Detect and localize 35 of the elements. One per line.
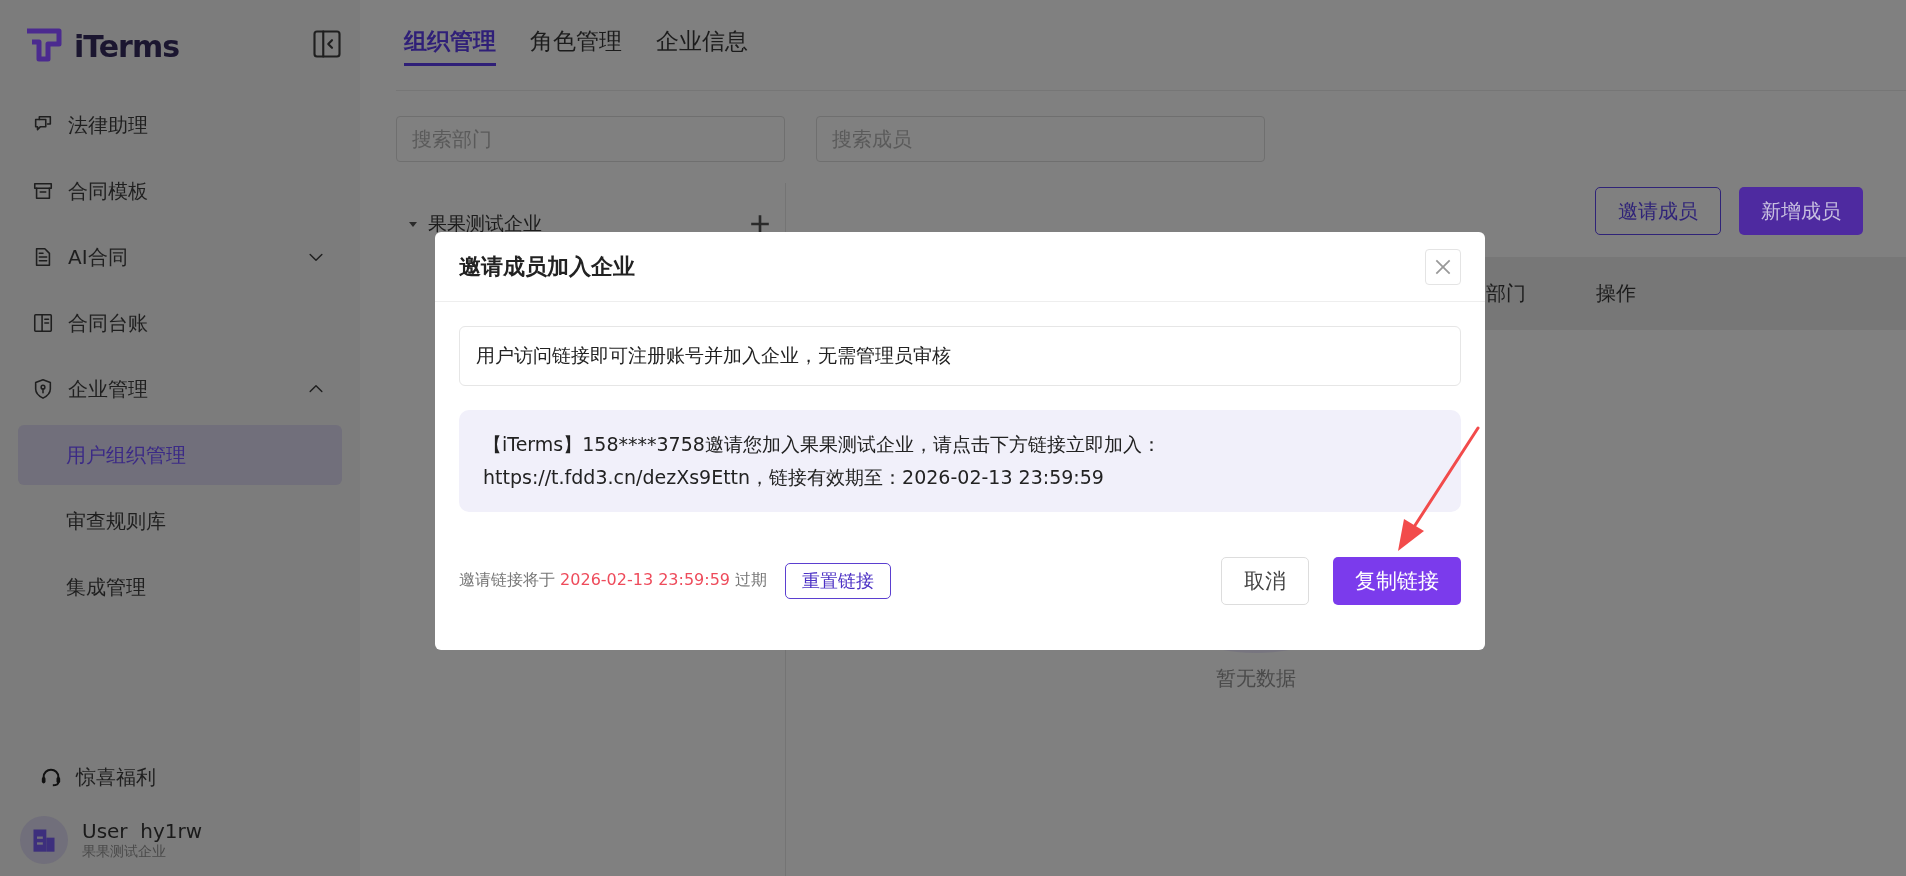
- invite-message: 【iTerms】158****3758邀请您加入果果测试企业，请点击下方链接立即加入： https://t.fdd3.cn/dezXs9Ettn，链接有效期至：2026-02-13 23:59:59: [459, 410, 1461, 512]
- user-name: User hy1rw: [82, 819, 203, 843]
- reset-link-button[interactable]: 重置链接: [785, 562, 892, 599]
- collapse-sidebar-icon: [312, 29, 342, 59]
- menu-item[interactable]: 惊喜福利: [18, 744, 342, 810]
- close-icon: [1435, 258, 1451, 275]
- tab[interactable]: 组织管理: [404, 0, 496, 66]
- cancel-button[interactable]: 取消: [1221, 556, 1309, 605]
- notice-text: 用户访问链接即可注册账号并加入企业，无需管理员审核: [459, 326, 1461, 386]
- submenu-item[interactable]: 用户组织管理: [18, 425, 342, 485]
- close-button[interactable]: [1425, 248, 1461, 285]
- shield-icon: [32, 378, 54, 400]
- invite-member-button[interactable]: 邀请成员: [1595, 187, 1721, 235]
- menu-item[interactable]: AI合同: [18, 224, 342, 290]
- menu-item[interactable]: 合同模板: [18, 158, 342, 224]
- column-header: 操作: [1596, 280, 1636, 307]
- ledger-book-icon: [32, 312, 54, 334]
- copy-link-button[interactable]: 复制链接: [1333, 556, 1461, 605]
- submenu-item[interactable]: 集成管理: [18, 557, 342, 617]
- menu-item[interactable]: 企业管理: [18, 356, 342, 422]
- column-header: 部门: [1486, 280, 1526, 307]
- logo-icon: [24, 28, 64, 64]
- plus-icon: [749, 213, 771, 235]
- logo-text: iTerms: [74, 28, 180, 64]
- tab[interactable]: 企业信息: [656, 0, 748, 66]
- archive-box-icon: [32, 180, 54, 202]
- add-member-button[interactable]: 新增成员: [1739, 187, 1863, 235]
- tab[interactable]: 角色管理: [530, 0, 622, 66]
- dialog-title: 邀请成员加入企业: [459, 252, 635, 281]
- menu-item[interactable]: 合同台账: [18, 290, 342, 356]
- tree-node[interactable]: 果果测试企业: [428, 211, 542, 237]
- menu-item[interactable]: 法律助理: [18, 92, 342, 158]
- submenu-item[interactable]: 审查规则库: [18, 491, 342, 551]
- expiry-text: 邀请链接将于 2026-02-13 23:59:59 过期: [459, 570, 768, 591]
- headset-icon: [40, 766, 62, 788]
